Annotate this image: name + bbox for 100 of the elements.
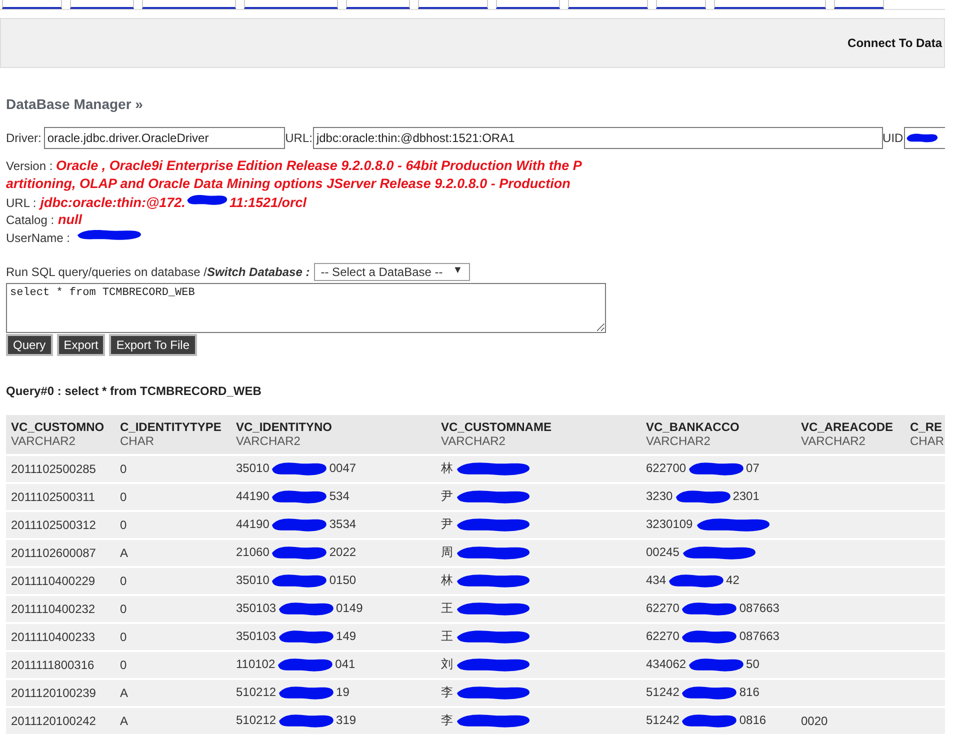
cell-text: 35010: [236, 461, 270, 476]
column-type: VARCHAR2: [646, 434, 712, 448]
table-cell: 0: [115, 483, 231, 511]
table-cell: 0: [115, 567, 231, 595]
cell-text: 0150: [329, 573, 356, 588]
nav-tab[interactable]: [418, 0, 488, 9]
cell-text: 041: [335, 657, 356, 672]
action-button[interactable]: Export To File: [109, 334, 197, 356]
table-cell: 0: [115, 623, 231, 651]
url-field[interactable]: jdbc:oracle:thin:@dbhost:1521:ORA1: [313, 127, 883, 149]
column-name: C_IDENTITYTYPE: [120, 420, 222, 434]
switch-database-label: Switch Database :: [207, 265, 310, 279]
cell-text: 李: [441, 713, 453, 728]
connect-link[interactable]: Connect To Data: [848, 36, 944, 50]
column-name: VC_IDENTITYNO: [236, 420, 334, 434]
cell-text: 51242: [646, 713, 680, 728]
table-cell: A: [115, 679, 231, 707]
driver-field[interactable]: oracle.jdbc.driver.OracleDriver: [44, 127, 286, 149]
cell-text: 07: [746, 461, 760, 476]
redaction-scribble: [276, 684, 336, 702]
cell-text: 21060: [236, 545, 270, 560]
info-label: UserName :: [6, 231, 70, 245]
nav-tab[interactable]: [142, 0, 236, 9]
redaction-scribble: [269, 572, 330, 590]
info-label: Catalog :: [6, 213, 54, 227]
table-cell: 2011110400229: [6, 567, 115, 595]
nav-tab[interactable]: [496, 0, 560, 9]
table-cell: 2011102600087: [6, 539, 115, 567]
url-label: URL:: [285, 131, 312, 145]
nav-tab[interactable]: [656, 0, 706, 9]
info-label: URL :: [6, 196, 36, 210]
cell-text: 林: [441, 573, 453, 588]
cell-text: 62270: [646, 629, 680, 644]
cell-text: 434: [646, 573, 666, 588]
cell-text: 087663: [739, 629, 780, 644]
redaction-scribble: [269, 544, 330, 562]
cell-text: 149: [336, 629, 356, 644]
cell-text: 王: [441, 629, 453, 644]
cell-text: 350103: [236, 601, 276, 616]
column-type: VARCHAR2: [11, 434, 76, 448]
cell-text: 刘: [441, 657, 453, 672]
column-name: VC_BANKACCO: [646, 420, 740, 434]
column-name: VC_CUSTOMNAME: [441, 420, 552, 434]
cell-text: 00245: [646, 545, 680, 560]
sql-query-field[interactable]: select * from TCMBRECORD_WEB: [6, 283, 606, 333]
cell-text: 尹: [441, 517, 453, 532]
sql-prompt: Run SQL query/queries on database /: [6, 265, 208, 279]
table-cell: 0: [115, 511, 231, 539]
table-cell: 2011111800316: [6, 651, 115, 679]
driver-label: Driver:: [6, 131, 42, 145]
cell-text: 周: [441, 545, 453, 560]
uid-label: UID: [882, 131, 904, 145]
nav-tab[interactable]: [244, 0, 338, 9]
redaction-scribble: [679, 684, 740, 702]
cell-text: 0816: [739, 713, 766, 728]
cell-text: 3230109: [646, 517, 693, 532]
table-cell: 0020: [796, 707, 905, 734]
table-cell: 0: [115, 595, 231, 623]
column-name: VC_AREACODE: [801, 420, 894, 434]
cell-text: 0149: [336, 601, 363, 616]
column-type: VARCHAR2: [441, 434, 506, 448]
table-cell: A: [115, 707, 231, 734]
cell-text: 816: [739, 685, 760, 700]
result-title: Query#0 : select * from TCMBRECORD_WEB: [6, 384, 262, 398]
table-cell: 2011120100242: [6, 707, 115, 734]
cell-text: 3534: [329, 517, 356, 532]
database-select[interactable]: -- Select a DataBase -- ▼: [314, 263, 470, 281]
redaction-scribble: [269, 488, 330, 506]
table-cell: 0: [115, 455, 231, 483]
cell-text: 19: [336, 685, 350, 700]
cell-text: 087663: [739, 601, 780, 616]
action-button[interactable]: Export: [56, 334, 106, 356]
column-type: CHAR: [120, 434, 156, 448]
redaction-scribble: [276, 628, 336, 646]
redaction-scribble: [276, 600, 336, 618]
nav-tab[interactable]: [568, 0, 648, 9]
table-cell: 2011102500285: [6, 455, 115, 483]
info-value: null: [58, 211, 82, 228]
table-cell: 2011102500312: [6, 511, 115, 539]
table-cell: 2011102500311: [6, 483, 115, 511]
cell-text: 3230: [646, 489, 673, 504]
nav-tab[interactable]: [346, 0, 410, 9]
cell-text: 李: [441, 685, 453, 700]
info-value: jdbc:oracle:thin:@172.: [40, 194, 186, 211]
redaction-scribble: [679, 712, 740, 730]
redaction-scribble: [666, 572, 726, 590]
nav-tab[interactable]: [2, 0, 62, 9]
info-value: 11:1521/orcl: [229, 194, 306, 211]
redaction-scribble: [276, 712, 336, 730]
cell-text: 王: [441, 601, 453, 616]
action-button[interactable]: Query: [6, 334, 53, 356]
cell-text: 62270: [646, 601, 680, 616]
cell-text: 110102: [236, 657, 276, 672]
redaction-scribble: [269, 460, 330, 478]
nav-tab[interactable]: [70, 0, 134, 9]
nav-tab[interactable]: [714, 0, 826, 9]
cell-text: 42: [726, 573, 740, 588]
nav-tab[interactable]: [834, 0, 884, 9]
cell-text: 44190: [236, 517, 270, 532]
uid-field[interactable]: [904, 127, 945, 149]
